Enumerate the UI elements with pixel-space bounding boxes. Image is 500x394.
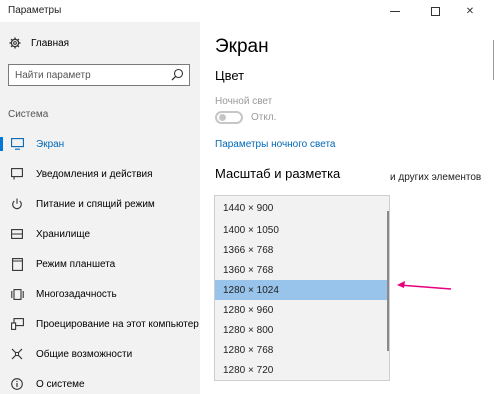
tablet-icon: [10, 257, 24, 271]
sidebar-item-label: Общие возможности: [36, 348, 133, 360]
sidebar-item-label: О системе: [36, 378, 85, 390]
resolution-option[interactable]: 1280 × 960: [215, 300, 389, 320]
projection-icon: [10, 317, 24, 331]
sidebar-item-tablet-mode[interactable]: Режим планшета: [0, 249, 200, 279]
shared-icon: [10, 347, 24, 361]
maximize-button[interactable]: [420, 0, 450, 22]
window-title: Параметры: [8, 5, 62, 16]
resolution-option[interactable]: 1360 × 768: [215, 260, 389, 280]
close-icon: ✕: [465, 5, 475, 17]
sidebar-item-shared-experiences[interactable]: Общие возможности: [0, 339, 200, 369]
scale-description-text: и других элементов: [390, 172, 482, 183]
home-label: Главная: [31, 37, 70, 49]
resolution-option[interactable]: 1280 × 768: [215, 340, 389, 360]
page-title: Экран: [215, 36, 269, 57]
monitor-icon: [10, 137, 24, 151]
maximize-icon: [430, 6, 440, 16]
annotation-arrow-icon: [397, 281, 452, 290]
toggle-state: Откл.: [251, 112, 277, 123]
dropdown-scrollbar[interactable]: [387, 211, 389, 351]
notification-icon: [10, 167, 24, 181]
sidebar-item-display[interactable]: Экран: [0, 129, 200, 159]
search-input[interactable]: Найти параметр: [8, 64, 190, 86]
sidebar-item-label: Проецирование на этот компьютер: [36, 318, 199, 330]
sidebar: Главная Найти параметр Система Экран Уве…: [0, 22, 200, 394]
power-icon: [10, 197, 24, 211]
resolution-option[interactable]: 1440 × 900: [215, 196, 389, 220]
resolution-dropdown-list[interactable]: 1440 × 900 1400 × 1050 1366 × 768 1360 ×…: [214, 195, 390, 381]
scale-layout-heading: Масштаб и разметка: [215, 166, 341, 181]
section-label: Система: [8, 109, 49, 120]
resolution-option[interactable]: 1280 × 800: [215, 320, 389, 340]
resolution-option[interactable]: 1280 × 720: [215, 360, 389, 380]
sidebar-item-label: Многозадачность: [36, 288, 117, 300]
sidebar-item-notifications[interactable]: Уведомления и действия: [0, 159, 200, 189]
gear-icon: [8, 37, 22, 49]
sidebar-item-label: Уведомления и действия: [36, 168, 153, 180]
title-bar: Параметры ✕: [0, 0, 500, 22]
toggle-knob: [219, 114, 226, 121]
resolution-option[interactable]: 1400 × 1050: [215, 220, 389, 240]
resolution-option-selected[interactable]: 1280 × 1024: [215, 280, 389, 300]
close-button[interactable]: ✕: [455, 0, 485, 22]
night-light-settings-link[interactable]: Параметры ночного света: [215, 139, 335, 150]
sidebar-item-power[interactable]: Питание и спящий режим: [0, 189, 200, 219]
sidebar-nav: Экран Уведомления и действия Питание и с…: [0, 129, 200, 394]
info-icon: [10, 377, 24, 391]
sidebar-item-label: Режим планшета: [36, 258, 116, 270]
search-placeholder: Найти параметр: [15, 70, 91, 81]
night-light-toggle[interactable]: [215, 111, 243, 124]
page-scrollbar[interactable]: [493, 40, 494, 80]
sidebar-item-about[interactable]: О системе: [0, 369, 200, 394]
resolution-option[interactable]: 1366 × 768: [215, 240, 389, 260]
sidebar-item-storage[interactable]: Хранилище: [0, 219, 200, 249]
home-link[interactable]: Главная: [8, 37, 69, 49]
search-icon: [171, 68, 184, 86]
sidebar-item-label: Экран: [36, 138, 65, 150]
sidebar-item-projection[interactable]: Проецирование на этот компьютер: [0, 309, 200, 339]
color-heading: Цвет: [215, 68, 245, 83]
sidebar-item-label: Питание и спящий режим: [36, 198, 155, 210]
multitask-icon: [10, 287, 24, 301]
sidebar-item-label: Хранилище: [36, 228, 90, 240]
sidebar-item-multitasking[interactable]: Многозадачность: [0, 279, 200, 309]
night-light-label: Ночной свет: [215, 96, 273, 107]
storage-icon: [10, 227, 24, 241]
minimize-icon: [390, 10, 400, 12]
minimize-button[interactable]: [380, 0, 410, 22]
